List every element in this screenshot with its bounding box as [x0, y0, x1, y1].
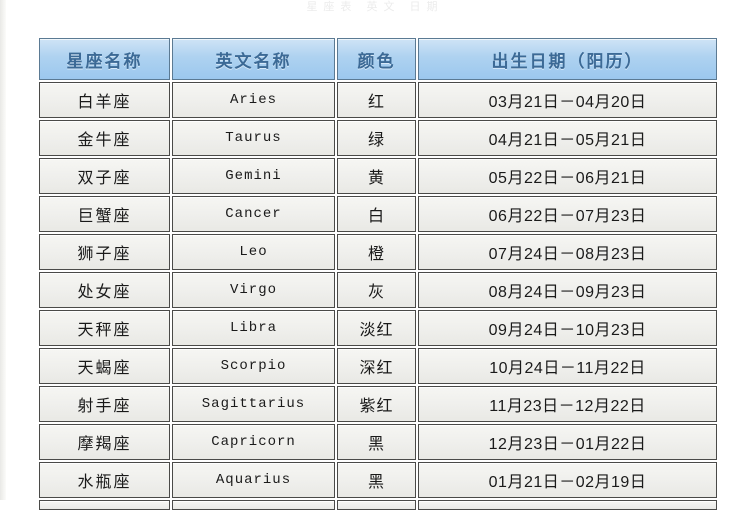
- cell-sign-name: 金牛座: [39, 120, 170, 156]
- cell-sign-name: 射手座: [39, 386, 170, 422]
- cell-birthdate: 01月21日－02月19日: [418, 462, 717, 498]
- table-row: 金牛座 Taurus 绿 04月21日－05月21日: [39, 120, 717, 156]
- cell-sign-name: 摩羯座: [39, 424, 170, 460]
- cell-english: Virgo: [172, 272, 335, 308]
- cell-birthdate: 05月22日－06月21日: [418, 158, 717, 194]
- cell-color: 白: [337, 196, 416, 232]
- cell-color: 黄: [337, 158, 416, 194]
- cell-color: 黑: [337, 424, 416, 460]
- cell-color: 橙: [337, 234, 416, 270]
- document-page: 星座表 英文 日期 星座名称 英文名称 颜色 出生日期（阳历） 白羊座 Arie…: [0, 0, 750, 512]
- cell-english: Scorpio: [172, 348, 335, 384]
- cell-birthdate: 04月21日－05月21日: [418, 120, 717, 156]
- cell-birthdate-clipped: [418, 500, 717, 510]
- cell-english: Capricorn: [172, 424, 335, 460]
- table-row: 白羊座 Aries 红 03月21日－04月20日: [39, 82, 717, 118]
- cell-sign-name: 双子座: [39, 158, 170, 194]
- cell-sign-name: 白羊座: [39, 82, 170, 118]
- cell-birthdate: 08月24日－09月23日: [418, 272, 717, 308]
- cell-color: 红: [337, 82, 416, 118]
- table-row-clipped: [39, 500, 717, 510]
- cell-sign-name: 巨蟹座: [39, 196, 170, 232]
- cell-english-clipped: [172, 500, 335, 510]
- cell-english: Aquarius: [172, 462, 335, 498]
- zodiac-table: 星座名称 英文名称 颜色 出生日期（阳历） 白羊座 Aries 红 03月21日…: [37, 36, 719, 512]
- cell-english: Cancer: [172, 196, 335, 232]
- cell-birthdate: 11月23日－12月22日: [418, 386, 717, 422]
- cell-color: 灰: [337, 272, 416, 308]
- table-row: 巨蟹座 Cancer 白 06月22日－07月23日: [39, 196, 717, 232]
- clipped-top-text: 星座表 英文 日期: [306, 1, 444, 13]
- table-row: 狮子座 Leo 橙 07月24日－08月23日: [39, 234, 717, 270]
- cell-english: Aries: [172, 82, 335, 118]
- column-header-english: 英文名称: [172, 38, 335, 80]
- table-row: 水瓶座 Aquarius 黑 01月21日－02月19日: [39, 462, 717, 498]
- cell-english: Gemini: [172, 158, 335, 194]
- cell-sign-name: 天蝎座: [39, 348, 170, 384]
- cell-sign-name-clipped: [39, 500, 170, 510]
- cell-english: Leo: [172, 234, 335, 270]
- table-header: 星座名称 英文名称 颜色 出生日期（阳历）: [39, 38, 717, 80]
- cell-english: Libra: [172, 310, 335, 346]
- cell-english: Taurus: [172, 120, 335, 156]
- cell-birthdate: 09月24日－10月23日: [418, 310, 717, 346]
- cell-sign-name: 天秤座: [39, 310, 170, 346]
- cell-color: 深红: [337, 348, 416, 384]
- column-header-color: 颜色: [337, 38, 416, 80]
- scan-edge-strip: [0, 0, 6, 500]
- cell-birthdate: 06月22日－07月23日: [418, 196, 717, 232]
- cell-sign-name: 狮子座: [39, 234, 170, 270]
- cell-birthdate: 12月23日－01月22日: [418, 424, 717, 460]
- header-row: 星座名称 英文名称 颜色 出生日期（阳历）: [39, 38, 717, 80]
- cell-english: Sagittarius: [172, 386, 335, 422]
- cell-sign-name: 处女座: [39, 272, 170, 308]
- column-header-name: 星座名称: [39, 38, 170, 80]
- cell-birthdate: 07月24日－08月23日: [418, 234, 717, 270]
- cell-color: 绿: [337, 120, 416, 156]
- table-row: 处女座 Virgo 灰 08月24日－09月23日: [39, 272, 717, 308]
- table-row: 射手座 Sagittarius 紫红 11月23日－12月22日: [39, 386, 717, 422]
- table-body: 白羊座 Aries 红 03月21日－04月20日 金牛座 Taurus 绿 0…: [39, 82, 717, 510]
- cell-color: 淡红: [337, 310, 416, 346]
- table-row: 摩羯座 Capricorn 黑 12月23日－01月22日: [39, 424, 717, 460]
- cell-color-clipped: [337, 500, 416, 510]
- zodiac-table-container: 星座名称 英文名称 颜色 出生日期（阳历） 白羊座 Aries 红 03月21日…: [37, 36, 719, 512]
- cell-birthdate: 10月24日－11月22日: [418, 348, 717, 384]
- cell-color: 紫红: [337, 386, 416, 422]
- cell-birthdate: 03月21日－04月20日: [418, 82, 717, 118]
- table-row: 天秤座 Libra 淡红 09月24日－10月23日: [39, 310, 717, 346]
- cell-color: 黑: [337, 462, 416, 498]
- table-row: 天蝎座 Scorpio 深红 10月24日－11月22日: [39, 348, 717, 384]
- cell-sign-name: 水瓶座: [39, 462, 170, 498]
- column-header-birthdate: 出生日期（阳历）: [418, 38, 717, 80]
- table-row: 双子座 Gemini 黄 05月22日－06月21日: [39, 158, 717, 194]
